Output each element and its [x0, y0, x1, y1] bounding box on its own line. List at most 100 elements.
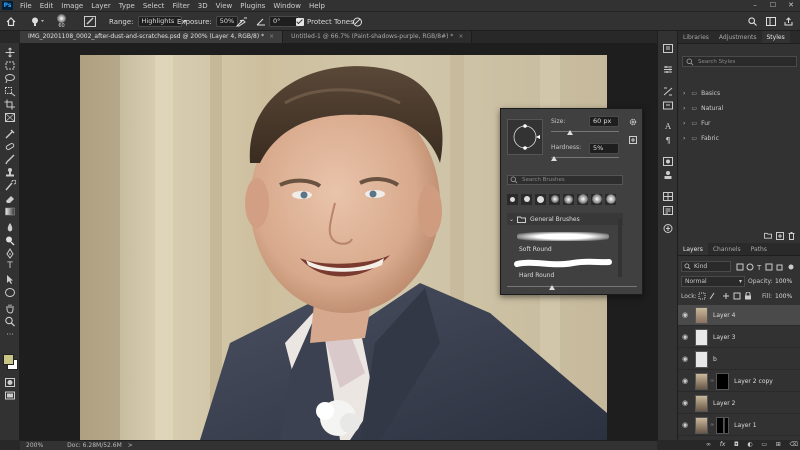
brush-search-input[interactable]: Search Brushes — [507, 175, 623, 185]
blur-tool-icon[interactable] — [4, 222, 16, 233]
eyedropper-tool-icon[interactable] — [4, 128, 16, 139]
styles-search-input[interactable]: Search Styles — [682, 56, 797, 67]
menu-window[interactable]: Window — [269, 2, 305, 10]
recent-brush-2[interactable] — [521, 193, 532, 205]
tab-document-1[interactable]: IMG_20201108_0002_after-dust-and-scratch… — [20, 31, 284, 43]
minimize-button[interactable]: – — [746, 0, 764, 11]
styles-folder-fur[interactable]: › ▭ Fur — [678, 117, 800, 130]
layer-row-layer-1[interactable]: ◉ ∞ Layer 1 — [678, 415, 800, 436]
layer-filter-kind-select[interactable]: Kind — [681, 261, 731, 272]
home-icon[interactable] — [6, 12, 16, 31]
path-selection-tool-icon[interactable] — [4, 274, 16, 285]
angle-input[interactable]: 0° — [269, 16, 299, 27]
path-adjust-icon[interactable] — [662, 86, 674, 97]
more-tools-icon[interactable]: ··· — [4, 331, 16, 342]
tab-channels[interactable]: Channels — [708, 243, 746, 255]
close-icon[interactable]: × — [269, 33, 274, 40]
trash-icon[interactable] — [788, 232, 795, 240]
chevron-right-icon[interactable]: › — [683, 90, 685, 97]
object-selection-tool-icon[interactable] — [4, 86, 16, 97]
opacity-input[interactable]: 100% — [775, 278, 792, 285]
menu-3d[interactable]: 3D — [194, 2, 212, 10]
recent-brush-1[interactable] — [507, 193, 518, 205]
visibility-eye-icon[interactable]: ◉ — [678, 399, 692, 407]
tab-adjustments[interactable]: Adjustments — [714, 31, 762, 43]
lock-options-icons[interactable] — [698, 292, 753, 300]
layer-row-b[interactable]: ◉ b — [678, 349, 800, 370]
zoom-level[interactable]: 200% — [26, 442, 43, 449]
layer-row-layer-2-copy[interactable]: ◉ ∞ Layer 2 copy — [678, 371, 800, 392]
recent-brush-4[interactable] — [549, 193, 560, 205]
visibility-eye-icon[interactable]: ◉ — [678, 377, 692, 385]
preview-size-slider-track[interactable] — [507, 286, 637, 287]
group-icon[interactable]: ▭ — [761, 441, 767, 448]
brush-preset-picker[interactable]: Size: 60 px Hardness: 5% Search Brushes … — [500, 108, 643, 295]
brush-item-hard-round[interactable]: Hard Round — [513, 258, 613, 282]
clone-source-icon[interactable] — [662, 170, 674, 181]
hand-tool-icon[interactable] — [4, 303, 16, 314]
chevron-right-icon[interactable]: › — [683, 120, 685, 127]
chevron-right-icon[interactable]: › — [683, 105, 685, 112]
menu-plugins[interactable]: Plugins — [236, 2, 269, 10]
menu-type[interactable]: Type — [115, 2, 139, 10]
brush-item-soft-round[interactable]: Soft Round — [513, 229, 613, 257]
airbrush-icon[interactable] — [236, 12, 248, 31]
ellipse-tool-icon[interactable] — [4, 287, 16, 298]
fx-icon[interactable]: fx — [720, 441, 726, 448]
menu-filter[interactable]: Filter — [168, 2, 193, 10]
maximize-button[interactable]: ☐ — [764, 0, 782, 11]
artboard-tool-icon[interactable] — [4, 60, 16, 71]
close-icon[interactable]: × — [458, 33, 463, 40]
pressure-size-icon[interactable] — [352, 12, 363, 31]
layer-filter-icons[interactable]: T — [736, 263, 796, 271]
brush-list-scrollbar[interactable] — [618, 219, 622, 277]
tab-styles[interactable]: Styles — [761, 31, 790, 43]
menu-image[interactable]: Image — [57, 2, 87, 10]
link-icon[interactable]: ∞ — [706, 441, 711, 448]
pen-tool-icon[interactable] — [4, 248, 16, 259]
brush-tool-icon[interactable] — [4, 154, 16, 165]
size-slider-track[interactable] — [551, 131, 619, 132]
recent-brush-6[interactable] — [577, 193, 588, 205]
layer-row-layer-4[interactable]: ◉ Layer 4 — [678, 305, 800, 326]
dodge-tool-icon[interactable] — [4, 235, 16, 246]
menu-help[interactable]: Help — [305, 2, 329, 10]
lasso-tool-icon[interactable] — [4, 73, 16, 84]
new-style-group-icon[interactable] — [764, 232, 772, 239]
chain-link-icon[interactable]: ∞ — [710, 378, 714, 384]
navigator-icon[interactable] — [662, 223, 674, 234]
brush-size-picker[interactable]: 60 — [57, 12, 66, 31]
layer-mask-thumbnail[interactable] — [716, 372, 730, 390]
fill-input[interactable]: 100% — [775, 293, 792, 300]
hardness-slider-thumb[interactable] — [551, 156, 557, 161]
layer-row-layer-2[interactable]: ◉ Layer 2 — [678, 393, 800, 414]
paragraph-panel-icon[interactable]: ¶ — [662, 135, 674, 146]
chevron-right-icon[interactable]: › — [683, 135, 685, 142]
tab-libraries[interactable]: Libraries — [678, 31, 714, 43]
foreground-color-swatch[interactable] — [3, 354, 14, 365]
recent-brush-3[interactable] — [535, 193, 546, 205]
size-input[interactable]: 60 px — [589, 116, 619, 127]
gradient-tool-icon[interactable] — [4, 206, 16, 217]
type-tool-icon[interactable]: T — [4, 261, 16, 272]
gear-icon[interactable] — [629, 118, 637, 126]
share-icon[interactable] — [784, 12, 793, 31]
layer-comps-icon[interactable] — [662, 100, 674, 111]
new-layer-icon[interactable]: ⊞ — [776, 441, 781, 448]
styles-folder-natural[interactable]: › ▭ Natural — [678, 102, 800, 115]
screen-mode-icon[interactable] — [4, 390, 16, 401]
tab-document-2[interactable]: Untitled-1 @ 66.7% (Paint-shadows-purple… — [283, 31, 473, 43]
brush-settings-icon[interactable] — [662, 156, 674, 167]
recent-brush-5[interactable] — [563, 193, 574, 205]
crop-tool-icon[interactable] — [4, 99, 16, 110]
adjustments-sliders-icon[interactable] — [662, 64, 674, 75]
protect-tones-checkbox[interactable]: Protect Tones — [296, 12, 354, 31]
preview-size-slider-thumb[interactable] — [549, 285, 555, 290]
visibility-eye-icon[interactable]: ◉ — [678, 311, 692, 319]
layer-row-layer-3[interactable]: ◉ Layer 3 — [678, 327, 800, 348]
history-icon[interactable] — [662, 43, 674, 54]
menu-file[interactable]: File — [16, 2, 36, 10]
exposure-input[interactable]: 50% — [215, 16, 238, 27]
info-panel-icon[interactable] — [662, 205, 674, 216]
zoom-tool-icon[interactable] — [4, 316, 16, 327]
